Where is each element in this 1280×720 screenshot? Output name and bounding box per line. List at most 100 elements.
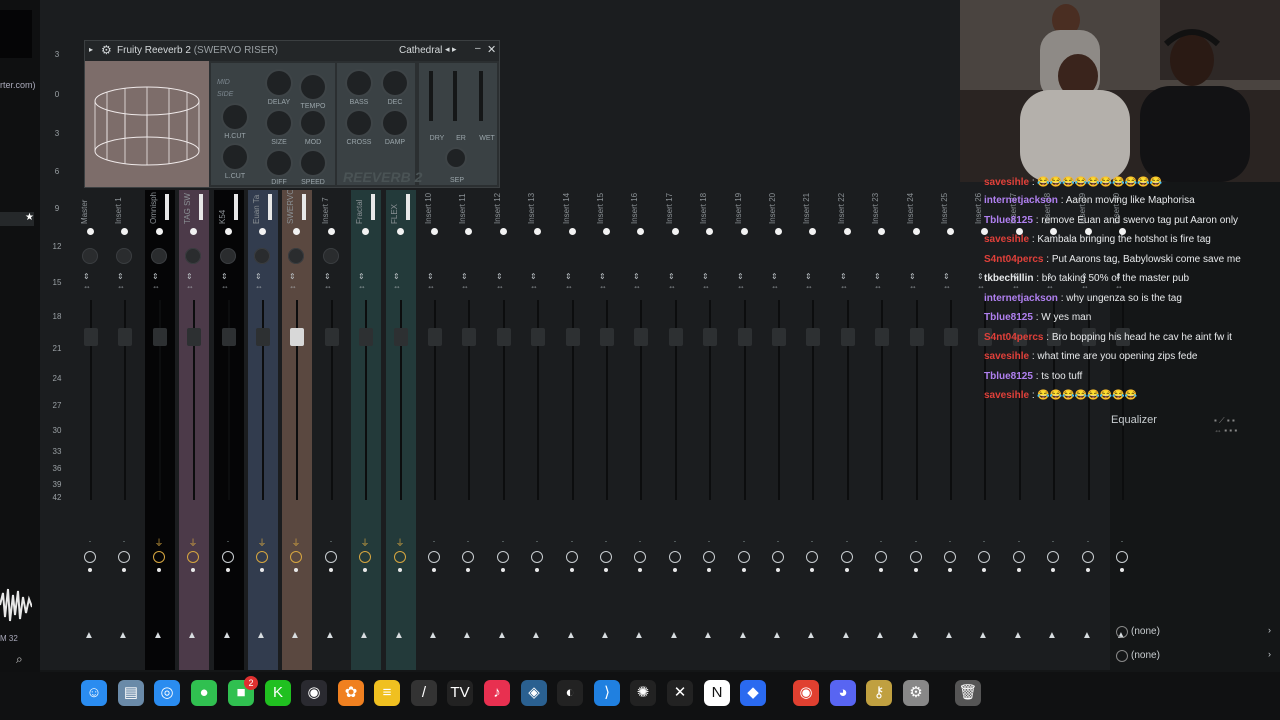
volume-fader[interactable] xyxy=(187,328,201,346)
route-icon[interactable]: · xyxy=(1047,536,1059,546)
search-icon[interactable]: ⌕ xyxy=(16,652,23,667)
vscode-icon[interactable]: ⟩ xyxy=(594,680,620,706)
route-icon[interactable]: · xyxy=(325,536,337,546)
volume-fader[interactable] xyxy=(772,328,786,346)
io-toggle-icon[interactable] xyxy=(187,551,199,563)
discord-icon[interactable]: ◕ xyxy=(830,680,856,706)
stereo-arrows-icon[interactable]: ⇕ ⇔ xyxy=(633,272,641,292)
send-dot[interactable] xyxy=(465,228,472,235)
stereo-arrows-icon[interactable]: ⇕ ⇔ xyxy=(117,272,125,292)
io-toggle-icon[interactable] xyxy=(462,551,474,563)
mixer-strip[interactable]: Fractal ⇕ ⇔ ⏚ ▲ xyxy=(351,190,381,670)
tradingview-icon[interactable]: TV xyxy=(447,680,473,706)
io-toggle-icon[interactable] xyxy=(359,551,371,563)
mixer-strip[interactable]: Omnisph ⇕ ⇔ ⏚ ▲ xyxy=(145,190,175,670)
send-arrow-icon[interactable]: ▲ xyxy=(187,630,197,641)
capcut-icon[interactable]: ✕ xyxy=(667,680,693,706)
arm-dot[interactable] xyxy=(122,568,126,572)
notion-icon[interactable]: N xyxy=(704,680,730,706)
arm-dot[interactable] xyxy=(707,568,711,572)
plugin-knob[interactable] xyxy=(301,75,325,99)
send-arrow-icon[interactable]: ▲ xyxy=(497,630,507,641)
arm-dot[interactable] xyxy=(673,568,677,572)
stereo-arrows-icon[interactable]: ⇕ ⇔ xyxy=(668,272,676,292)
mixer-strip[interactable]: Insert 14 ⇕ ⇔ · ▲ xyxy=(558,190,588,670)
send-arrow-icon[interactable]: ▲ xyxy=(1047,630,1057,641)
stereo-arrows-icon[interactable]: ⇕ ⇔ xyxy=(255,272,263,292)
arm-dot[interactable] xyxy=(398,568,402,572)
send-arrow-icon[interactable]: ▲ xyxy=(84,630,94,641)
mixer-strip[interactable]: Insert 16 ⇕ ⇔ · ▲ xyxy=(626,190,656,670)
send-arrow-icon[interactable]: ▲ xyxy=(256,630,266,641)
mixer-strip[interactable]: Insert 7 ⇕ ⇔ · ▲ xyxy=(317,190,347,670)
send-arrow-icon[interactable]: ▲ xyxy=(290,630,300,641)
arm-dot[interactable] xyxy=(432,568,436,572)
stereo-arrows-icon[interactable]: ⇕ ⇔ xyxy=(221,272,229,292)
route-icon[interactable]: · xyxy=(634,536,646,546)
route-icon[interactable]: ⏚ xyxy=(359,536,371,548)
plugin-knob[interactable] xyxy=(267,151,291,175)
arm-dot[interactable] xyxy=(914,568,918,572)
chevron-right-icon[interactable]: › xyxy=(1268,649,1271,659)
io-toggle-icon[interactable] xyxy=(978,551,990,563)
volume-fader[interactable] xyxy=(600,328,614,346)
route-icon[interactable]: ⏚ xyxy=(290,536,302,548)
pen-icon[interactable]: / xyxy=(411,680,437,706)
io-toggle-icon[interactable] xyxy=(531,551,543,563)
io-toggle-icon[interactable] xyxy=(118,551,130,563)
volume-fader[interactable] xyxy=(806,328,820,346)
send-arrow-icon[interactable]: ▲ xyxy=(875,630,885,641)
mixer-strip[interactable]: Insert 21 ⇕ ⇔ · ▲ xyxy=(798,190,828,670)
stereo-arrows-icon[interactable]: ⇕ ⇔ xyxy=(702,272,710,292)
stereo-arrows-icon[interactable]: ⇕ ⇔ xyxy=(152,272,160,292)
io-toggle-icon[interactable] xyxy=(325,551,337,563)
route-icon[interactable]: · xyxy=(1116,536,1128,546)
io-toggle-icon[interactable] xyxy=(1082,551,1094,563)
send-arrow-icon[interactable]: ▲ xyxy=(703,630,713,641)
volume-fader[interactable] xyxy=(325,328,339,346)
mixer-strip[interactable]: K54 ⇕ ⇔ · ▲ xyxy=(214,190,244,670)
volume-fader[interactable] xyxy=(153,328,167,346)
pan-knob[interactable] xyxy=(288,248,304,264)
volume-fader[interactable] xyxy=(428,328,442,346)
arm-dot[interactable] xyxy=(363,568,367,572)
arm-dot[interactable] xyxy=(88,568,92,572)
plugin-knob[interactable] xyxy=(347,111,371,135)
gear-icon[interactable]: ⚙ xyxy=(101,43,112,57)
volume-fader[interactable] xyxy=(222,328,236,346)
close-icon[interactable]: ✕ xyxy=(487,43,496,56)
arm-dot[interactable] xyxy=(1086,568,1090,572)
send-dot[interactable] xyxy=(121,228,128,235)
send-arrow-icon[interactable]: ▲ xyxy=(841,630,851,641)
chrome-icon[interactable]: ◉ xyxy=(793,680,819,706)
pan-knob[interactable] xyxy=(82,248,98,264)
collapse-icon[interactable]: ▸ xyxy=(89,45,93,54)
io-toggle-icon[interactable] xyxy=(875,551,887,563)
mixer-strip[interactable]: Insert 12 ⇕ ⇔ · ▲ xyxy=(489,190,519,670)
send-dot[interactable] xyxy=(225,228,232,235)
volume-fader[interactable] xyxy=(703,328,717,346)
fx-slot-2[interactable]: (none) › xyxy=(1112,646,1280,666)
route-icon[interactable]: · xyxy=(944,536,956,546)
send-arrow-icon[interactable]: ▲ xyxy=(118,630,128,641)
io-toggle-icon[interactable] xyxy=(841,551,853,563)
io-toggle-icon[interactable] xyxy=(1116,551,1128,563)
send-dot[interactable] xyxy=(87,228,94,235)
route-icon[interactable]: · xyxy=(875,536,887,546)
trash-icon[interactable]: 🗑 xyxy=(955,680,981,706)
send-dot[interactable] xyxy=(431,228,438,235)
send-arrow-icon[interactable]: ▲ xyxy=(325,630,335,641)
finder-icon[interactable]: ☺ xyxy=(81,680,107,706)
plugin-knob[interactable] xyxy=(267,71,291,95)
send-dot[interactable] xyxy=(259,228,266,235)
pan-knob[interactable] xyxy=(220,248,236,264)
volume-fader[interactable] xyxy=(84,328,98,346)
send-arrow-icon[interactable]: ▲ xyxy=(153,630,163,641)
send-dot[interactable] xyxy=(156,228,163,235)
stereo-arrows-icon[interactable]: ⇕ ⇔ xyxy=(737,272,745,292)
arm-dot[interactable] xyxy=(982,568,986,572)
send-dot[interactable] xyxy=(741,228,748,235)
plugin-knob[interactable] xyxy=(383,71,407,95)
files-icon[interactable]: ▤ xyxy=(118,680,144,706)
send-dot[interactable] xyxy=(500,228,507,235)
